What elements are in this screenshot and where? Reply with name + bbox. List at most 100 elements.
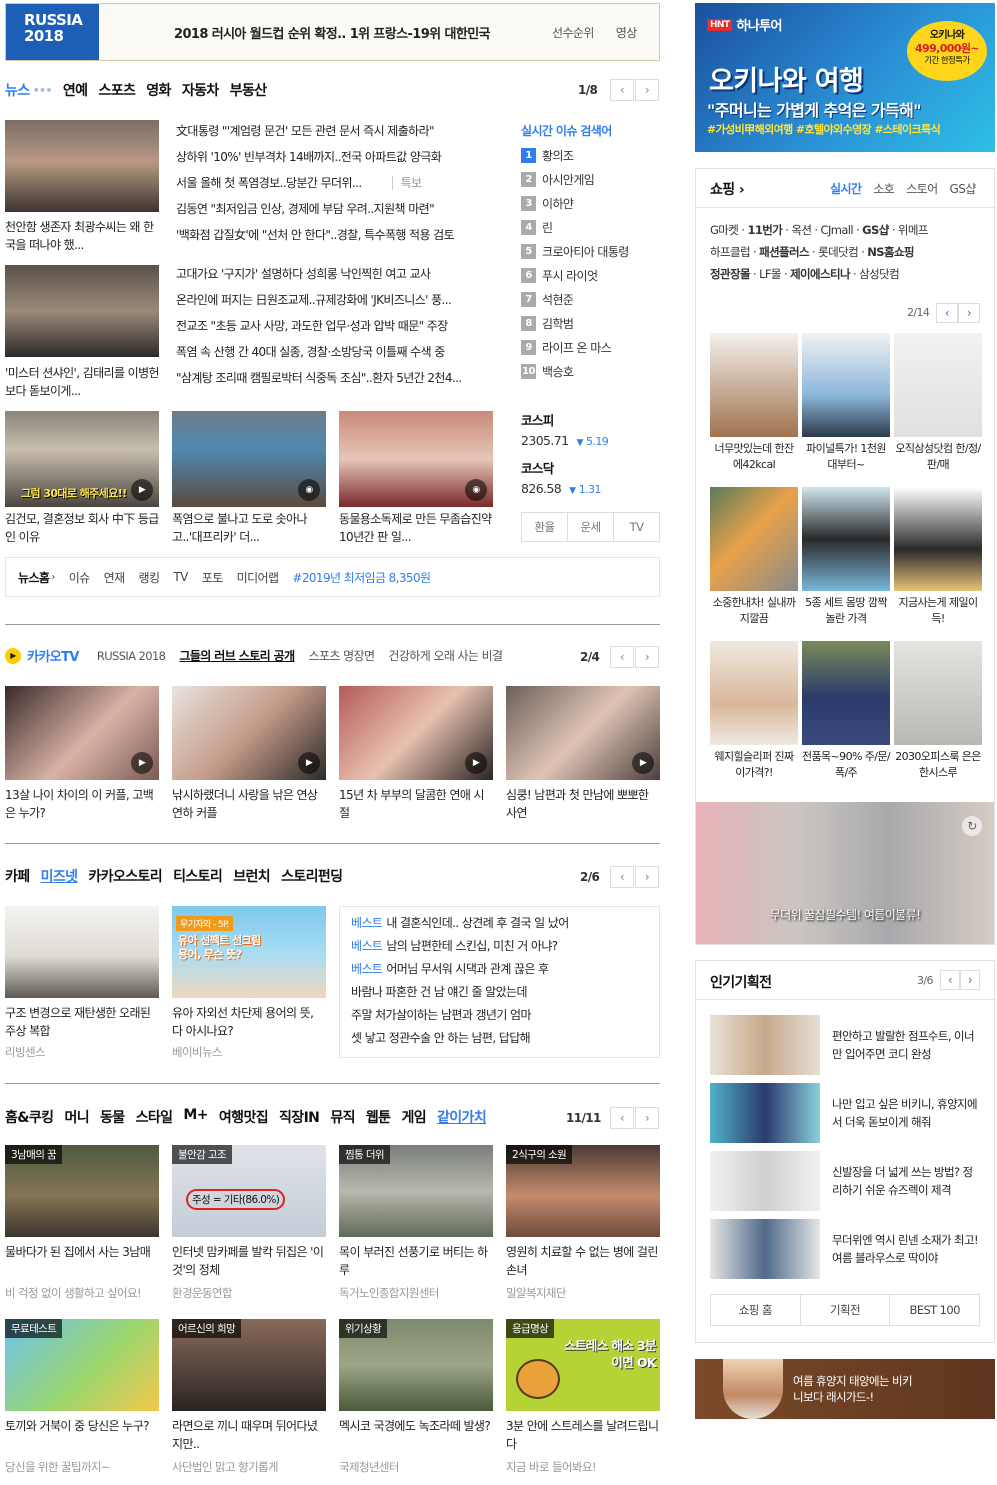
news-photo-2[interactable] (5, 265, 159, 357)
kakaotv-tab-sports[interactable]: 스포츠 명장면 (309, 647, 375, 664)
kakaotv-tab-russia[interactable]: RUSSIA 2018 (97, 649, 166, 663)
tab-webtoon[interactable]: 웹툰 (366, 1107, 391, 1127)
mall-gmarket[interactable]: G마켓 (710, 223, 739, 237)
tab-sports[interactable]: 스포츠 (98, 80, 135, 100)
best-post-1[interactable]: 내 결혼식인데.. 상견례 후 결국 일 났어 (386, 916, 569, 930)
tab-job[interactable]: 직장IN (279, 1107, 320, 1127)
footer-link-tv[interactable]: TV (173, 570, 188, 584)
product-6[interactable]: 지금사는게 제일이득! (894, 487, 982, 627)
life-photo-5[interactable]: 무료테스트 (5, 1319, 159, 1411)
headline-6[interactable]: 고대가요 '구지가' 설명하다 성희롱 낙인찍힌 여고 교사 (176, 265, 496, 291)
life-caption-3[interactable]: 목이 부러진 선풍기로 버티는 하루 (339, 1243, 493, 1279)
cafe-photo-2[interactable]: 우기자와 - 5P. 유아 선팩트 선크림 용어, 무슨 뜻? (172, 906, 326, 998)
life-source-7[interactable]: 국제청년센터 (339, 1459, 399, 1475)
product-7[interactable]: 웨지힐슬리퍼 진짜 이가격?! (710, 641, 798, 781)
life-caption-2[interactable]: 인터넷 맘카페를 발칵 뒤집은 '이것'의 정체 (172, 1243, 326, 1279)
news-photo-1-caption[interactable]: 천안함 생존자 최광수씨는 왜 한국을 떠나야 했... (5, 218, 159, 254)
video-link[interactable]: 영상 (616, 24, 637, 41)
news-photo-4[interactable]: ◉ (172, 411, 326, 507)
shopping-banner[interactable]: ↻ 무더위 꿀잠필수템! 여름이불류! (696, 802, 994, 944)
news-photo-5-caption[interactable]: 동물용소독제로 만든 무좀습진약 10년간 판 일... (339, 510, 493, 546)
life-source-5[interactable]: 당신을 위한 꿀팁까지~ (5, 1459, 111, 1475)
product-4[interactable]: 소중한내차! 실내까지깔끔 (710, 487, 798, 627)
news-next-button[interactable]: › (635, 79, 659, 101)
footer-link-photo[interactable]: 포토 (202, 569, 223, 586)
shop-tab-realtime[interactable]: 실시간 (830, 180, 862, 197)
footer-link-medialab[interactable]: 미디어랩 (237, 569, 279, 586)
refresh-icon[interactable]: ↻ (962, 816, 982, 836)
exhibition-link[interactable]: 기획전 (801, 1295, 891, 1325)
shop-tab-soho[interactable]: 소호 (873, 180, 894, 197)
tab-travel[interactable]: 여행맛집 (219, 1107, 269, 1127)
footer-highlight-link[interactable]: #2019년 최저임금 8,350원 (292, 569, 431, 586)
news-photo-3[interactable]: 그럼 30대로 해주세요!! ▶ (5, 411, 159, 507)
rank-item[interactable]: 4린 (521, 215, 661, 239)
tab-cafe[interactable]: 카페 (5, 866, 30, 886)
tab-tistory[interactable]: 티스토리 (173, 866, 223, 886)
player-ranking-link[interactable]: 선수순위 (552, 24, 594, 41)
headline-9[interactable]: 폭염 속 산행 간 40대 실종, 경찰·소방당국 이틀째 수색 중 (176, 343, 496, 369)
mall-cjmall[interactable]: CJmall (821, 223, 854, 237)
rank-item[interactable]: 10 백승호 (521, 359, 661, 383)
best-post-2[interactable]: 남의 남편한테 스킨십, 미친 거 아냐? (386, 939, 558, 953)
life-photo-3[interactable]: 찜통 더위 (339, 1145, 493, 1237)
headline-1[interactable]: 文대통령 "'계엄령 문건' 모든 관련 문서 즉시 제출하라" (176, 122, 496, 148)
mall-auction[interactable]: 옥션 (791, 223, 812, 237)
news-photo-2-caption[interactable]: '미스터 션샤인', 김태리를 이병헌보다 돋보이게... (5, 364, 159, 400)
headline-7[interactable]: 온라인에 퍼지는 日원조교제..규제강화에 'JK비즈니스' 풍... (176, 291, 496, 317)
life-photo-4[interactable]: 2식구의 소원 (506, 1145, 660, 1237)
tab-news[interactable]: 뉴스 (5, 80, 30, 100)
life-photo-2[interactable]: 불안감 고조 주성 = 기타(86.0%) (172, 1145, 326, 1237)
mall-lotte[interactable]: 롯데닷컴 (818, 245, 859, 259)
tab-animal[interactable]: 동물 (100, 1107, 125, 1127)
footer-link-issue[interactable]: 이슈 (69, 569, 90, 586)
cafe-post-4[interactable]: 바람나 파혼한 건 남 얘긴 줄 알았는데 (351, 983, 659, 1006)
mall-11st[interactable]: 11번가 (747, 223, 782, 237)
mall-gsshop[interactable]: GS샵 (862, 223, 889, 237)
life-caption-7[interactable]: 멕시코 국경에도 녹조라떼 발생? (339, 1417, 493, 1453)
news-prev-button[interactable]: ‹ (610, 79, 634, 101)
headline-10[interactable]: "삼계탕 조리때 캠필로박터 식중독 조심"..환자 5년간 2천4... (176, 369, 496, 395)
life-caption-1[interactable]: 물바다가 된 집에서 사는 3남매 (5, 1243, 159, 1279)
best-post-3[interactable]: 어머님 무서워 시댁과 관계 끊은 후 (386, 962, 549, 976)
headline-3[interactable]: 서울 올해 첫 폭염경보..당분간 무더위... (176, 176, 362, 190)
kakaotv-tab-love[interactable]: 그들의 러브 스토리 공개 (179, 647, 295, 664)
tab-music[interactable]: 뮤직 (330, 1107, 355, 1127)
shop-tab-store[interactable]: 스토어 (906, 180, 938, 197)
footer-link-ranking[interactable]: 랭킹 (139, 569, 160, 586)
kakaotv-video-1-caption[interactable]: 13살 나이 차이의 이 커플, 고백은 누가? (5, 786, 159, 822)
life-caption-8[interactable]: 3분 안에 스트레스를 날려드립니다 (506, 1417, 660, 1453)
life-source-3[interactable]: 독거노인종합지원센터 (339, 1285, 439, 1301)
shopping-title[interactable]: 쇼핑 › (710, 179, 745, 199)
exchange-rate-tab[interactable]: 환율 (522, 513, 568, 541)
life-prev-button[interactable]: ‹ (610, 1107, 634, 1129)
shopping-prev-button[interactable]: ‹ (936, 303, 958, 323)
headline-4[interactable]: 김동연 "최저임금 인상, 경제에 부담 우려..지원책 마련" (176, 200, 496, 226)
rank-item[interactable]: 7 석현준 (521, 287, 661, 311)
news-home-link[interactable]: 뉴스홈 (18, 569, 50, 586)
kakaotv-video-3[interactable]: ▶ (339, 686, 493, 780)
life-caption-5[interactable]: 토끼와 거북이 중 당신은 누구? (5, 1417, 159, 1453)
tab-realestate[interactable]: 부동산 (230, 80, 267, 100)
product-1[interactable]: 너무맛있는데 한잔에42kcal (710, 333, 798, 473)
life-source-6[interactable]: 사단법인 맑고 향기롭게 (172, 1459, 279, 1475)
worldcup-banner[interactable]: RUSSIA 2018 2018 러시아 월드컵 순위 확정.. 1위 프랑스-… (5, 3, 660, 61)
kakaotv-title[interactable]: 카카오TV (27, 646, 79, 665)
mall-halfclub[interactable]: 하프클럽 (710, 245, 751, 259)
rank-item[interactable]: 6 푸시 라이엇 (521, 263, 661, 287)
tab-miznet[interactable]: 미즈넷 (41, 866, 78, 886)
news-photo-5[interactable]: ◉ (339, 411, 493, 507)
tab-money[interactable]: 머니 (64, 1107, 89, 1127)
rank-item[interactable]: 2 아시안게임 (521, 167, 661, 191)
tab-home-cooking[interactable]: 홈&쿠킹 (5, 1107, 54, 1127)
news-photo-1[interactable] (5, 120, 159, 212)
kakaotv-video-4[interactable]: ▶ (506, 686, 660, 780)
popular-item-1[interactable]: 편안하고 발랄한 점프수트, 이너만 입어주면 코디 완성 (710, 1015, 980, 1075)
cafe-photo-1-source[interactable]: 리빙센스 (5, 1044, 46, 1060)
shopping-home-link[interactable]: 쇼핑 홈 (711, 1295, 801, 1325)
fortune-tab[interactable]: 운세 (568, 513, 614, 541)
life-photo-8[interactable]: 응급명상 스트레스 해소 3분이면 OK (506, 1319, 660, 1411)
life-photo-7[interactable]: 위기상황 (339, 1319, 493, 1411)
life-caption-6[interactable]: 라면으로 끼니 때우며 뒤어다녔지만.. (172, 1417, 326, 1453)
kakaotv-tab-health[interactable]: 건강하게 오래 사는 비결 (388, 647, 503, 664)
